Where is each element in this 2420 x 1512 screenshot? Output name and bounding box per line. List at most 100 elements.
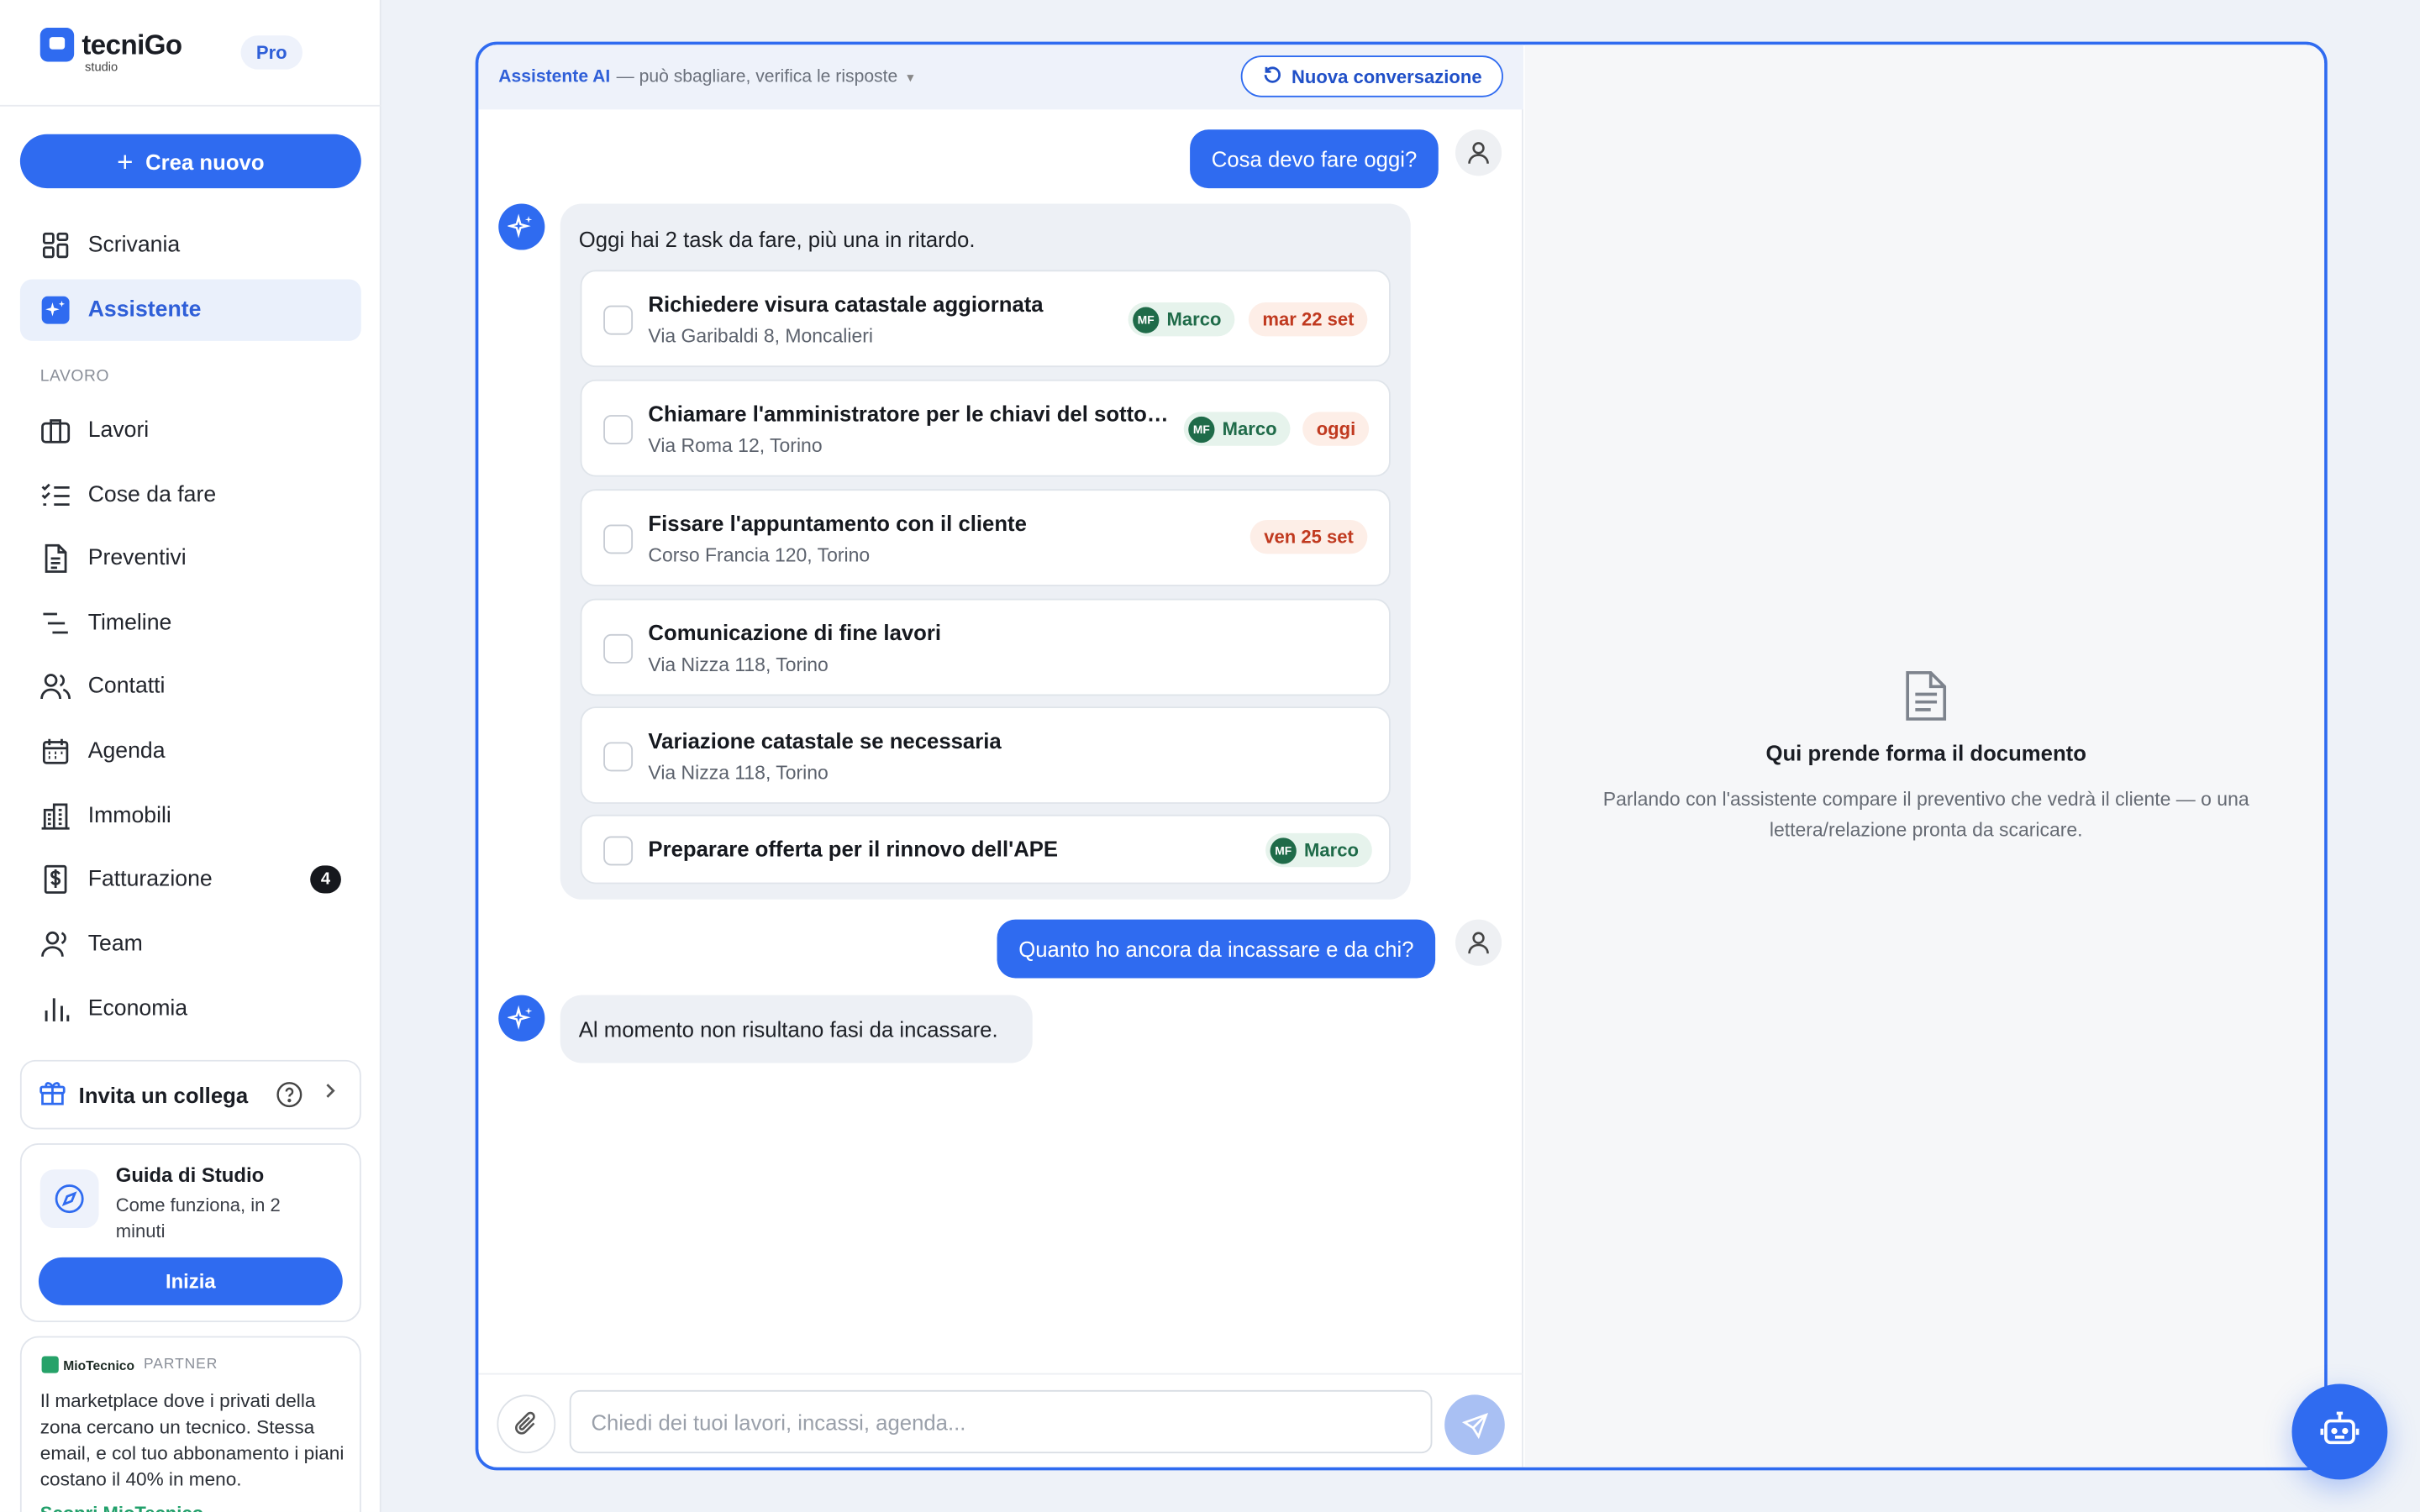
due-date-badge: oggi	[1302, 412, 1370, 446]
building-icon	[40, 801, 71, 832]
guide-card: Guida di Studio Come funziona, in 2 minu…	[19, 1142, 361, 1323]
task-checkbox[interactable]	[603, 633, 634, 664]
new-conversation-button[interactable]: Nuova conversazione	[1240, 55, 1503, 97]
team-icon	[40, 929, 71, 960]
send-button[interactable]	[1444, 1394, 1505, 1456]
task-checkbox[interactable]	[603, 305, 634, 335]
assignee-chip: MF Marco	[1265, 832, 1373, 868]
task-title: Chiamare l'amministratore per le chiavi …	[648, 401, 1173, 426]
sidebar-item-team[interactable]: Team	[20, 913, 361, 974]
sidebar-item-lavori[interactable]: Lavori	[20, 400, 361, 461]
chat-column: Assistente AI — può sbagliare, verifica …	[478, 45, 1523, 1467]
task-address: Via Roma 12, Torino	[648, 434, 823, 457]
invoice-count-badge: 4	[310, 865, 341, 894]
task-title: Variazione catastale se necessaria	[648, 727, 1002, 753]
refresh-icon	[1262, 64, 1282, 88]
document-placeholder-title: Qui prende forma il documento	[1765, 740, 2086, 766]
brand[interactable]: tecniGo	[39, 28, 182, 62]
task-checkbox[interactable]	[603, 415, 634, 444]
document-icon	[1903, 669, 1949, 730]
sidebar-item-agenda[interactable]: Agenda	[20, 721, 361, 782]
task-address: Corso Francia 120, Torino	[648, 544, 871, 567]
assistant-message-text: Al momento non risultano fasi da incassa…	[578, 1016, 998, 1042]
invite-colleague-button[interactable]: Invita un collega	[19, 1059, 361, 1130]
task-card[interactable]: Variazione catastale se necessaria Via N…	[580, 706, 1391, 804]
assistant-avatar-icon	[498, 995, 545, 1042]
timeline-icon	[40, 608, 71, 639]
document-icon	[40, 543, 71, 575]
task-checkbox[interactable]	[603, 524, 634, 554]
user-message: Quanto ho ancora da incassare e da chi?	[997, 919, 1436, 979]
sidebar-item-contatti[interactable]: Contatti	[20, 656, 361, 717]
task-address: Via Nizza 118, Torino	[648, 762, 829, 785]
invoice-icon	[40, 864, 71, 895]
briefcase-icon	[40, 415, 71, 446]
assistant-message: Oggi hai 2 task da fare, più una in rita…	[560, 203, 1411, 900]
partner-brand: MioTecnico	[63, 1357, 135, 1373]
assignee-avatar: MF	[1188, 415, 1215, 443]
assistant-message-text: Oggi hai 2 task da fare, più una in rita…	[578, 226, 976, 252]
task-card[interactable]: Comunicazione di fine lavori Via Nizza 1…	[580, 598, 1391, 696]
user-message: Cosa devo fare oggi?	[1190, 129, 1439, 189]
assistant-panel: Assistente AI — può sbagliare, verifica …	[475, 41, 2328, 1471]
task-card[interactable]: Chiamare l'amministratore per le chiavi …	[580, 379, 1391, 477]
chat-header: Assistente AI — può sbagliare, verifica …	[478, 45, 1523, 110]
help-icon[interactable]	[276, 1082, 302, 1113]
sidebar-item-cose-da-fare[interactable]: Cose da fare	[20, 465, 361, 526]
document-preview-panel: Qui prende forma il documento Parlando c…	[1524, 45, 2325, 1467]
sidebar-item-fatturazione[interactable]: Fatturazione 4	[20, 848, 361, 910]
task-card[interactable]: Richiedere visura catastale aggiornata V…	[580, 270, 1391, 368]
sidebar-item-preventivi[interactable]: Preventivi	[20, 528, 361, 589]
brand-name: tecniGo	[82, 29, 182, 60]
invite-label: Invita un collega	[78, 1082, 249, 1107]
chart-icon	[40, 994, 71, 1025]
chevron-down-icon[interactable]: ▾	[907, 69, 913, 86]
sidebar-item-label: Assistente	[87, 297, 202, 323]
create-new-button[interactable]: + Crea nuovo	[19, 134, 361, 189]
sidebar-item-label: Timeline	[87, 611, 172, 636]
chat-title[interactable]: Assistente AI	[498, 68, 610, 87]
brand-subtitle: studio	[85, 60, 118, 75]
task-address: Via Nizza 118, Torino	[648, 654, 829, 676]
compass-icon	[39, 1169, 99, 1229]
sidebar-item-immobili[interactable]: Immobili	[20, 785, 361, 847]
brand-logo-icon	[39, 28, 75, 62]
task-checkbox[interactable]	[603, 742, 634, 772]
task-title: Preparare offerta per il rinnovo dell'AP…	[648, 836, 1059, 861]
task-card[interactable]: Fissare l'appuntamento con il cliente Co…	[580, 489, 1391, 586]
robot-icon	[2320, 1408, 2360, 1456]
task-checkbox[interactable]	[603, 836, 634, 866]
sidebar-item-economia[interactable]: Economia	[20, 978, 361, 1039]
partner-link[interactable]: Scopri MioTecnico	[40, 1503, 203, 1512]
sidebar-item-label: Preventivi	[87, 546, 187, 571]
task-card[interactable]: Preparare offerta per il rinnovo dell'AP…	[580, 814, 1391, 885]
plan-badge: Pro	[240, 35, 302, 70]
sidebar-item-label: Cose da fare	[87, 482, 217, 508]
task-title: Comunicazione di fine lavori	[648, 620, 942, 645]
sidebar-item-assistente[interactable]: Assistente	[19, 279, 361, 341]
partner-header: MioTecnico PARTNER	[41, 1356, 218, 1373]
assignee-name: Marco	[1222, 417, 1277, 440]
sidebar-item-label: Team	[87, 932, 143, 957]
sidebar-item-label: Economia	[87, 996, 188, 1021]
attach-button[interactable]	[497, 1394, 556, 1454]
assignee-name: Marco	[1166, 308, 1222, 331]
dashboard-icon	[40, 230, 71, 261]
sidebar-item-timeline[interactable]: Timeline	[20, 592, 361, 654]
create-new-label: Crea nuovo	[145, 149, 265, 174]
assignee-name: Marco	[1304, 839, 1359, 861]
calendar-icon	[40, 736, 71, 767]
due-date-badge: mar 22 set	[1248, 302, 1369, 337]
sidebar-item-label: Agenda	[87, 738, 166, 764]
sidebar-item-scrivania[interactable]: Scrivania	[20, 214, 361, 276]
assistant-bot-button[interactable]	[2291, 1383, 2388, 1480]
document-placeholder-text: Parlando con l'assistente compare il pre…	[1602, 788, 2249, 842]
guide-start-button[interactable]: Inizia	[38, 1257, 343, 1305]
chat-input[interactable]	[569, 1389, 1433, 1454]
user-avatar-icon	[1455, 129, 1502, 176]
gift-icon	[39, 1079, 66, 1111]
guide-subtitle: Come funziona, in 2 minuti	[115, 1194, 281, 1242]
task-address: Via Garibaldi 8, Moncalieri	[648, 325, 873, 348]
checklist-icon	[40, 480, 71, 511]
assistant-avatar-icon	[498, 203, 545, 250]
